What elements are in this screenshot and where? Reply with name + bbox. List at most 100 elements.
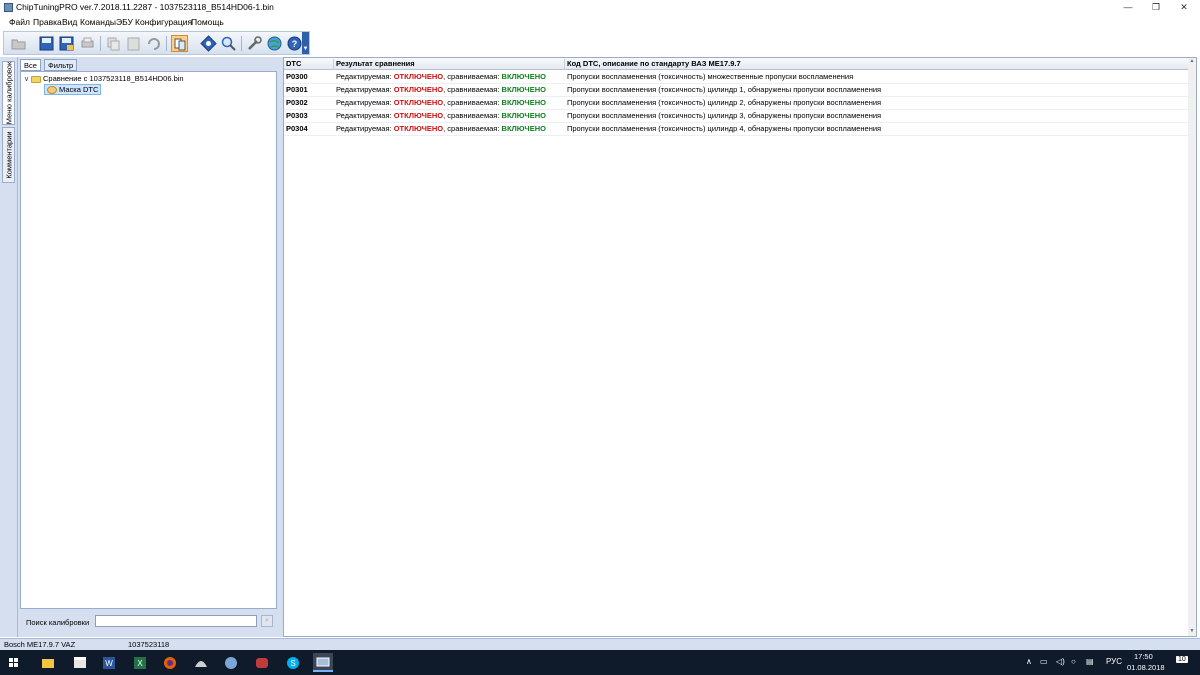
tree-node-dtc-mask[interactable]: Маска DTC — [44, 84, 102, 96]
tray-expand-icon[interactable]: ∧ — [1026, 657, 1032, 666]
start-button[interactable] — [4, 653, 24, 672]
close-button[interactable]: ✕ — [1170, 0, 1198, 15]
calibration-search-input[interactable] — [95, 615, 257, 627]
edit-label: Редактируемая: — [336, 111, 392, 120]
dtc-description: Пропуски воспламенения (токсичность) цил… — [567, 85, 882, 94]
table-row[interactable]: P0303 Редактируемая: ОТКЛЮЧЕНО, сравнивае… — [284, 109, 1196, 123]
firefox-icon — [164, 657, 176, 669]
dtc-description: Пропуски воспламенения (токсичность) цил… — [567, 98, 882, 107]
menu-ecu[interactable]: ЭБУ — [116, 17, 133, 27]
tab-comments[interactable]: Комментарии — [2, 127, 15, 183]
calibration-search-bar: Поиск калибровки ⌕ — [20, 611, 277, 635]
search-icon — [221, 36, 236, 51]
dtc-code: P0301 — [286, 85, 308, 94]
tray-language[interactable]: РУС — [1106, 657, 1122, 666]
search-label: Поиск калибровки — [26, 618, 90, 627]
tree-node-dtc-mask-label: Маска DTC — [59, 85, 99, 94]
tab-all[interactable]: Все — [20, 59, 41, 71]
tab-calibration-menu[interactable]: Меню калибровок — [2, 61, 15, 125]
compare-state: ВКЛЮЧЕНО — [501, 98, 546, 107]
menu-file[interactable]: Файл — [9, 17, 30, 27]
tray-circle-icon[interactable]: ○ — [1071, 657, 1076, 666]
compare-label: , сравниваемая: — [443, 72, 500, 81]
column-header-result[interactable]: Результат сравнения — [336, 59, 415, 68]
compare-icon — [174, 38, 186, 51]
expand-chevron-icon[interactable]: ∨ — [24, 75, 31, 83]
table-row[interactable]: P0302 Редактируемая: ОТКЛЮЧЕНО, сравнивае… — [284, 96, 1196, 110]
help-button[interactable]: ? — [286, 35, 303, 52]
taskbar-app-red[interactable] — [252, 653, 272, 672]
tray-date[interactable]: 01.08.2018 — [1127, 663, 1165, 672]
app-icon — [4, 3, 13, 12]
taskbar-app-globe[interactable] — [221, 653, 241, 672]
tree-node-comparison[interactable]: ∨ Сравнение с 1037523118_B514HD06.bin — [24, 74, 184, 83]
tools-button[interactable] — [246, 35, 263, 52]
column-header-dtc[interactable]: DTC — [286, 59, 301, 68]
tab-filter[interactable]: Фильтр — [44, 59, 78, 71]
print-button[interactable] — [79, 35, 96, 52]
scroll-down-icon[interactable]: ▼ — [1188, 628, 1196, 636]
compare-button[interactable] — [171, 35, 188, 52]
compare-label: , сравниваемая: — [443, 85, 500, 94]
status-file: 1037523118 — [128, 640, 170, 649]
copy-button[interactable] — [105, 35, 122, 52]
save-as-button[interactable] — [58, 35, 75, 52]
taskbar-firefox[interactable] — [160, 653, 180, 672]
calibration-tree: ∨ Сравнение с 1037523118_B514HD06.bin Мас… — [20, 71, 277, 609]
taskbar-explorer[interactable] — [38, 653, 58, 672]
open-folder-icon — [11, 39, 26, 50]
skype-icon: S — [287, 657, 299, 669]
compare-state: ВКЛЮЧЕНО — [501, 72, 546, 81]
save-icon — [39, 36, 54, 51]
edit-state: ОТКЛЮЧЕНО — [393, 85, 444, 94]
excel-icon: X — [134, 657, 146, 669]
search-button[interactable] — [220, 35, 237, 52]
taskbar-word[interactable]: W — [99, 653, 119, 672]
save-button[interactable] — [38, 35, 55, 52]
tab-calibration-menu-label: Меню калибровок — [4, 61, 13, 125]
paste-button[interactable] — [125, 35, 142, 52]
taskbar-app-helmet[interactable] — [191, 653, 211, 672]
toolbar-overflow-button[interactable]: ▼ — [302, 32, 309, 54]
toolbar-separator — [166, 36, 167, 51]
edit-state: ОТКЛЮЧЕНО — [393, 111, 444, 120]
column-header-description[interactable]: Код DTC, описание по стандарту ВАЗ ME17.… — [567, 59, 741, 68]
tray-time[interactable]: 17:50 — [1134, 652, 1153, 661]
open-file-button[interactable] — [10, 35, 27, 52]
menu-help[interactable]: Помощь — [191, 17, 224, 27]
vertical-scrollbar[interactable]: ▲ ▼ — [1188, 58, 1196, 636]
table-row[interactable]: P0300 Редактируемая: ОТКЛЮЧЕНО, сравнивае… — [284, 70, 1196, 84]
taskbar-skype[interactable]: S — [283, 653, 303, 672]
dtc-description: Пропуски воспламенения (токсичность) мно… — [567, 72, 854, 81]
scroll-up-icon[interactable]: ▲ — [1188, 58, 1196, 66]
column-divider[interactable] — [564, 59, 565, 70]
tray-battery-icon[interactable]: ▭ — [1040, 657, 1048, 666]
file-explorer-icon — [42, 659, 54, 668]
taskbar-excel[interactable]: X — [130, 653, 150, 672]
tree-node-comparison-label: Сравнение с 1037523118_B514HD06.bin — [43, 74, 184, 83]
taskbar-chiptuningpro[interactable] — [313, 653, 333, 672]
chiptuning-icon — [316, 657, 330, 667]
side-tab-strip: Меню калибровок Комментарии — [0, 57, 18, 637]
online-button[interactable] — [266, 35, 283, 52]
notification-badge[interactable]: 10 — [1176, 656, 1188, 663]
tray-volume-icon[interactable]: ◁) — [1056, 657, 1065, 666]
menu-edit[interactable]: Правка — [33, 17, 62, 27]
windows-logo-icon — [9, 658, 18, 667]
search-go-button[interactable]: ⌕ — [261, 615, 273, 627]
printer-icon — [81, 37, 94, 48]
clapperboard-icon — [74, 657, 86, 668]
undo-button[interactable] — [145, 35, 162, 52]
maximize-button[interactable]: ❐ — [1142, 0, 1170, 15]
taskbar-media[interactable] — [70, 653, 90, 672]
table-row[interactable]: P0301 Редактируемая: ОТКЛЮЧЕНО, сравнивае… — [284, 83, 1196, 97]
menu-view[interactable]: Вид — [62, 17, 77, 27]
tray-network-icon[interactable]: ▤ — [1086, 657, 1094, 666]
compare-label: , сравниваемая: — [443, 98, 500, 107]
minimize-button[interactable]: — — [1114, 0, 1142, 15]
menu-configuration[interactable]: Конфигурация — [135, 17, 192, 27]
table-row[interactable]: P0304 Редактируемая: ОТКЛЮЧЕНО, сравнивае… — [284, 122, 1196, 136]
navigate-button[interactable] — [200, 35, 217, 52]
column-divider[interactable] — [333, 59, 334, 70]
menu-commands[interactable]: Команды — [80, 17, 116, 27]
